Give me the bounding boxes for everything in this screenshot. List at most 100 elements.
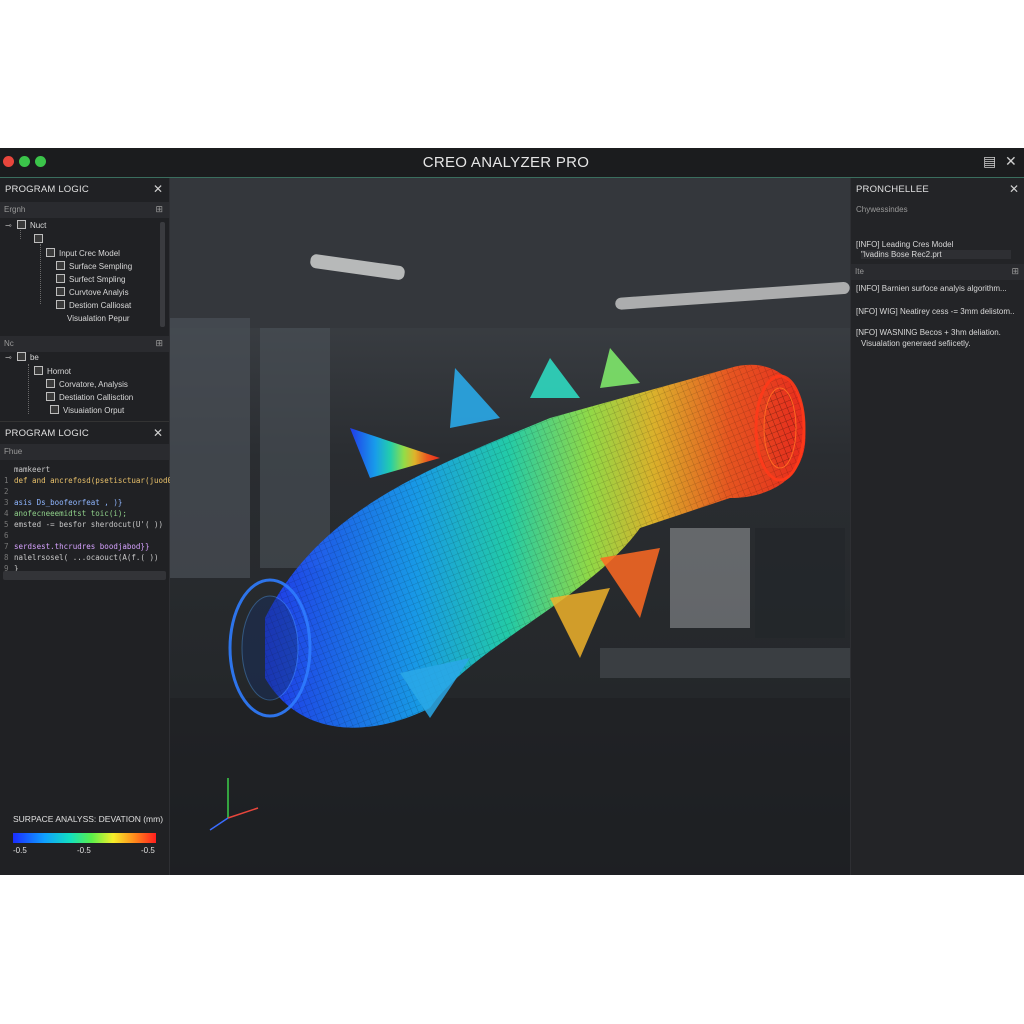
file-icon xyxy=(56,274,65,283)
tree-item[interactable]: Surface Sempling xyxy=(56,261,132,273)
code-line: 2 xyxy=(4,486,14,497)
tree-item[interactable]: Input Crec Model xyxy=(46,248,120,260)
close-icon[interactable]: ✕ xyxy=(153,182,163,196)
tree-item[interactable]: Destiation Callisction xyxy=(46,392,133,404)
code-line: 8 nalelrsosel( ...ocaouct(A(f.( )) xyxy=(4,552,159,563)
file-icon xyxy=(56,287,65,296)
tree-item-label: Visuaiation Orput xyxy=(63,406,125,415)
code-text: nalelrsosel( ...ocaouct(A(f.( )) xyxy=(14,553,159,562)
log-line: [NFO] WIG] Neatirey cess -= 3mm delistom… xyxy=(856,307,1015,316)
folder-icon xyxy=(16,220,26,229)
file-icon xyxy=(46,392,55,401)
line-number: 2 xyxy=(4,487,9,496)
code-text: anofecneeemidtst toic(i); xyxy=(14,509,127,518)
tree-item-label: Input Crec Model xyxy=(59,249,120,258)
code-line: 4 anofecneeemidtst toic(i); xyxy=(4,508,127,519)
folder-icon xyxy=(16,352,26,361)
line-number: 6 xyxy=(4,531,9,540)
expand-icon[interactable]: ⊸ xyxy=(5,221,12,230)
code-line: 6 xyxy=(4,530,14,541)
tree-panel-title: PROGRAM LOGIC xyxy=(5,184,89,195)
log-line: [INFO] Barnien surfoce analyis algorithm… xyxy=(856,284,1007,293)
legend-tick-max: -0.5 xyxy=(141,846,155,855)
tree-item-label: Curvtove Analyis xyxy=(69,288,129,297)
code-toolbar: Fhue xyxy=(0,444,169,460)
tree-item[interactable]: Visuaiation Orput xyxy=(50,405,124,417)
log-line: "lvadins Bose Rec2.prt xyxy=(861,250,1011,259)
tree-item-label: Surface Sempling xyxy=(69,262,133,271)
close-icon[interactable]: ✕ xyxy=(153,426,163,440)
line-number: 7 xyxy=(4,542,9,551)
pin-icon[interactable]: ⊞ xyxy=(155,338,163,349)
output-panel-title: PRONCHELLEE xyxy=(856,184,929,195)
settings-icon[interactable]: ⊞ xyxy=(1011,266,1019,277)
code-line: 7 serdsest.thcrudres boodjabod}} xyxy=(4,541,149,552)
tree-item-label: Surfect Smpling xyxy=(69,275,126,284)
expand-icon[interactable]: ⊸ xyxy=(5,353,12,362)
3d-viewport[interactable] xyxy=(170,178,850,875)
log-line: [NFO] WASNING Becos + 3hm deliation. xyxy=(856,328,1001,337)
tree-item[interactable]: Curvtove Analyis xyxy=(56,287,129,299)
tree-root-2[interactable]: ⊸ be xyxy=(5,352,39,364)
code-horizontal-scrollbar[interactable] xyxy=(3,571,166,580)
line-number: 8 xyxy=(4,553,9,562)
file-icon xyxy=(56,261,65,270)
tree-toolbar: Ergnh ⊞ xyxy=(0,202,169,218)
output-panel: PRONCHELLEE ✕ Chywessindes [INFO] Leadin… xyxy=(850,178,1024,875)
file-icon xyxy=(50,405,59,414)
tree-item-label: Destiom Calliosat xyxy=(69,301,132,310)
tree-item-label: Hornot xyxy=(47,367,72,376)
file-icon xyxy=(56,300,65,309)
file-icon xyxy=(46,379,55,388)
folder-icon xyxy=(34,234,43,243)
code-text: emsted -= besfor sherdocut(U'( )) xyxy=(14,520,164,529)
tree-root-label: be xyxy=(29,353,39,362)
close-icon[interactable]: ✕ xyxy=(1005,153,1017,170)
folder-icon xyxy=(34,366,43,375)
output-subtitle: Chywessindes xyxy=(856,205,908,214)
legend-tick-mid: -0.5 xyxy=(77,846,91,855)
tree-item-label: Destiation Callisction xyxy=(59,393,134,402)
line-number: 3 xyxy=(4,498,9,507)
tree-toolbar-2: Nc ⊞ xyxy=(0,336,169,352)
legend-tick-min: -0.5 xyxy=(13,846,27,855)
tree-toolbar-2-label: Nc xyxy=(4,339,14,348)
output-panel-header: PRONCHELLEE ✕ xyxy=(851,178,1024,200)
file-icon xyxy=(46,248,55,257)
tree-scrollbar[interactable] xyxy=(160,222,165,327)
app-title: CREO ANALYZER PRO xyxy=(422,154,590,171)
code-text: asis Ds_boofeorfeat , )} xyxy=(14,498,123,507)
code-text: def and ancrefosd(psetisctuar(juod0): xyxy=(14,476,182,485)
code-line: 1 def and ancrefosd(psetisctuar(juod0): xyxy=(4,475,181,486)
pin-icon[interactable]: ⊞ xyxy=(155,204,163,215)
tree-item[interactable]: Visualation Pepur xyxy=(67,313,130,325)
title-bar: CREO ANALYZER PRO ▤ ✕ xyxy=(0,148,1024,178)
tree-root[interactable]: ⊸ Nuct xyxy=(5,220,46,232)
code-line: 3 asis Ds_boofeorfeat , )} xyxy=(4,497,122,508)
tree-item-label: Visualation Pepur xyxy=(67,314,130,323)
close-icon[interactable]: ✕ xyxy=(1009,182,1019,196)
log-line: Visualation generaed sefiicetly. xyxy=(861,339,971,348)
tree-toolbar-label: Ergnh xyxy=(4,205,26,214)
log-line: [INFO] Leading Cres Model xyxy=(856,240,954,249)
tree-panel-header: PROGRAM LOGIC ✕ xyxy=(0,178,169,200)
tree-item[interactable]: Hornot xyxy=(34,366,71,378)
code-toolbar-label: Fhue xyxy=(4,447,23,456)
line-number: 4 xyxy=(4,509,9,518)
code-text: serdsest.thcrudres boodjabod}} xyxy=(14,542,150,551)
tree-item[interactable]: Surfect Smpling xyxy=(56,274,125,286)
tree-item[interactable]: Corvatore, Analysis xyxy=(46,379,128,391)
application-window: CREO ANALYZER PRO ▤ ✕ PROGRAM LOGIC ✕ Er… xyxy=(0,148,1024,875)
output-tab-label[interactable]: Ite xyxy=(855,267,864,276)
viewport-scene xyxy=(170,178,850,875)
code-text: mamkeert xyxy=(14,465,51,474)
tree-root-label: Nuct xyxy=(29,221,47,230)
left-panel: PROGRAM LOGIC ✕ Ergnh ⊞ ⊸ Nuct Input Cre… xyxy=(0,178,181,875)
code-line: 5 emsted -= besfor sherdocut(U'( )) xyxy=(4,519,163,530)
tree-item-label: Corvatore, Analysis xyxy=(59,380,128,389)
tree-item[interactable]: Destiom Calliosat xyxy=(56,300,131,312)
restore-icon[interactable]: ▤ xyxy=(983,153,996,170)
line-number: 1 xyxy=(4,476,9,485)
code-line: mamkeert xyxy=(4,464,50,475)
code-panel-header: PROGRAM LOGIC ✕ xyxy=(0,421,169,444)
